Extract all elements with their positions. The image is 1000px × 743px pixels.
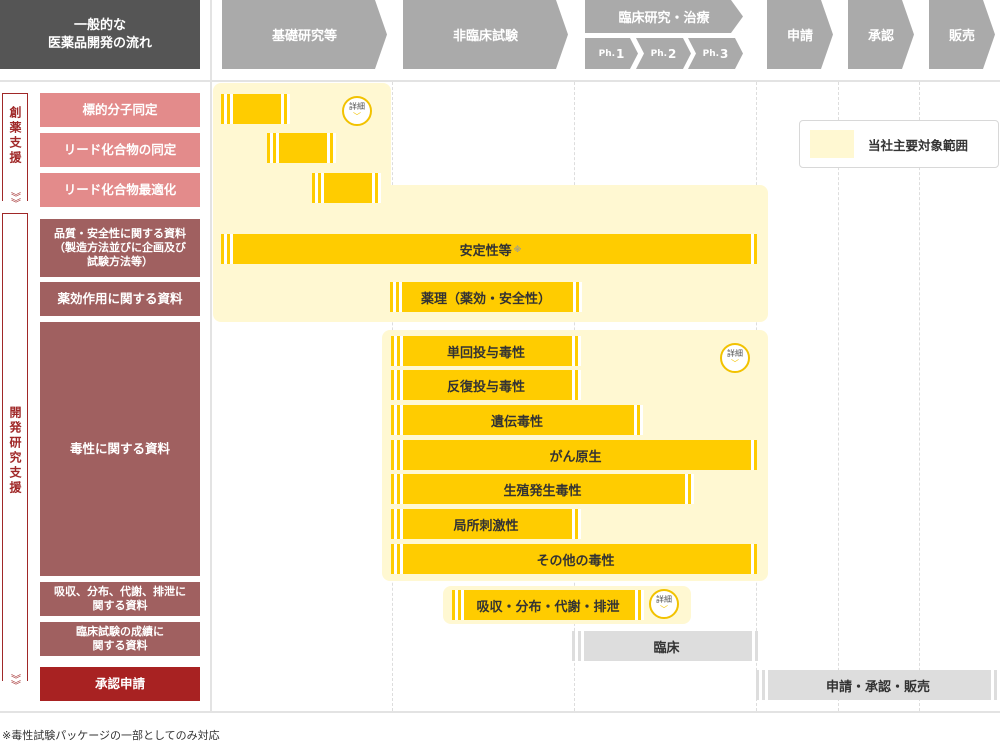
row-label-approval-application: 承認申請 [40, 667, 200, 701]
bar-start-stripes [390, 282, 402, 312]
label-column-divider [210, 0, 212, 713]
bar-genotoxicity: 遺伝毒性 [403, 405, 631, 435]
chart-title: 一般的な 医薬品開発の流れ [0, 0, 200, 69]
detail-button-adme[interactable]: 詳細 ﹀ [649, 589, 679, 619]
bar-clinical: 臨床 [584, 631, 749, 661]
bar-end-stripes [748, 440, 757, 470]
bar-carcinogenicity: がん原生 [403, 440, 748, 470]
bar-pharmacology: 薬理（薬効・安全性） [402, 282, 570, 312]
legend: 当社主要対象範囲 [799, 120, 999, 168]
phase-2: Ph. 2 [636, 38, 691, 69]
bar-start-stripes [391, 440, 403, 470]
stage-sales: 販売 [929, 0, 995, 69]
stage-approval: 承認 [848, 0, 914, 69]
stage-basic-research: 基礎研究等 [222, 0, 387, 69]
bar-start-stripes [391, 370, 403, 400]
bar-adme: 吸収・分布・代謝・排泄 [464, 590, 632, 620]
side-development: 開発研究支援 [2, 213, 28, 681]
bar-other-toxicity: その他の毒性 [403, 544, 748, 574]
phase-1: Ph. 1 [585, 38, 638, 69]
bar-stability: 安定性等 ※ [233, 234, 748, 264]
bar-repeat-dose-toxicity: 反復投与毒性 [403, 370, 569, 400]
bar-single-dose-toxicity: 単回投与毒性 [403, 336, 569, 366]
bar-end-stripes [278, 94, 290, 124]
bar-reproductive-toxicity: 生殖発生毒性 [403, 474, 682, 504]
grid-line [838, 82, 839, 711]
side-discovery: 創薬支援 [2, 93, 28, 201]
bar-end-stripes [748, 234, 757, 264]
bar-end-stripes [324, 133, 336, 163]
bar-start-stripes [391, 544, 403, 574]
bar-start-stripes [312, 173, 324, 203]
row-label-adme: 吸収、分布、代謝、排泄に 関する資料 [40, 582, 200, 616]
header-divider [0, 80, 1000, 82]
row-label-clinical-results: 臨床試験の成績に 関する資料 [40, 622, 200, 656]
chevron-down-icon: ﹀ [660, 604, 668, 614]
stage-clinical: 臨床研究・治療 [585, 0, 743, 33]
detail-button-toxicity[interactable]: 詳細 ﹀ [720, 343, 750, 373]
bar-start-stripes [391, 405, 403, 435]
bar-end-stripes [569, 370, 581, 400]
chevron-down-icon: ﹀ [731, 358, 739, 368]
bar-end-stripes [570, 282, 582, 312]
row-label-lead-optimization: リード化合物最適化 [40, 173, 200, 207]
row-label-target-identification: 標的分子同定 [40, 93, 200, 127]
bar-end-stripes [749, 631, 761, 661]
bar-start-stripes [267, 133, 279, 163]
bar-end-stripes [748, 544, 757, 574]
stage-nonclinical: 非臨床試験 [403, 0, 568, 69]
side-discovery-label: 創薬支援 [8, 106, 22, 166]
bar-end-stripes [369, 173, 381, 203]
bar-start-stripes [391, 509, 403, 539]
bar-start-stripes [221, 94, 233, 124]
legend-label: 当社主要対象範囲 [868, 137, 969, 153]
bar-application-approval-sales: 申請・承認・販売 [768, 670, 988, 700]
bar-start-stripes [572, 631, 584, 661]
detail-button-discovery[interactable]: 詳細 ﹀ [342, 96, 372, 126]
bar-lead-identification [279, 133, 324, 163]
row-label-toxicity: 毒性に関する資料 [40, 322, 200, 576]
phase-3: Ph. 3 [688, 38, 743, 69]
legend-swatch [810, 130, 854, 158]
chevron-down-icon: ︾ ︾ [11, 193, 21, 210]
row-label-lead-identification: リード化合物の同定 [40, 133, 200, 167]
bar-start-stripes [756, 670, 768, 700]
chevron-down-icon: ﹀ [353, 111, 361, 121]
bar-end-stripes [569, 509, 581, 539]
grid-line [919, 82, 920, 711]
bar-target-identification [233, 94, 278, 124]
bar-end-stripes [988, 670, 1000, 700]
stage-application: 申請 [767, 0, 833, 69]
bar-lead-optimization [324, 173, 369, 203]
bar-local-irritation: 局所刺激性 [403, 509, 569, 539]
row-label-quality-safety: 品質・安全性に関する資料 （製造方法並びに企画及び 試験方法等） [40, 219, 200, 277]
row-label-pharmacology: 薬効作用に関する資料 [40, 282, 200, 316]
chevron-down-icon: ︾ ︾ [11, 675, 21, 692]
bar-end-stripes [631, 405, 643, 435]
bar-start-stripes [391, 474, 403, 504]
bar-start-stripes [452, 590, 464, 620]
bar-end-stripes [682, 474, 694, 504]
bottom-divider [0, 711, 1000, 713]
bar-end-stripes [632, 590, 644, 620]
bar-start-stripes [391, 336, 403, 366]
side-development-label: 開発研究支援 [8, 406, 22, 496]
bar-end-stripes [569, 336, 581, 366]
bar-start-stripes [221, 234, 233, 264]
